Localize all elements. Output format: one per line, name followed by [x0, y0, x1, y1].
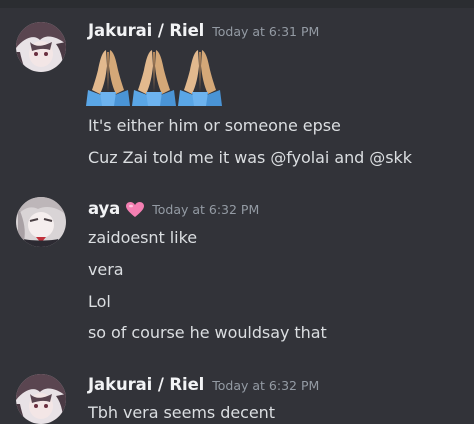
heart-icon: [126, 202, 145, 218]
avatar[interactable]: [16, 22, 66, 72]
message-text: Lol: [88, 292, 111, 311]
username[interactable]: Jakurai / Riel: [88, 21, 204, 40]
message-text: vera: [88, 260, 124, 279]
folded-hands-emoji-icon: [178, 46, 222, 106]
message-text: Cuz Zai told me it was @fyolai and @skk: [88, 148, 412, 167]
username[interactable]: Jakurai / Riel: [88, 375, 204, 394]
message-header: aya Today at 6:32 PM: [88, 199, 259, 221]
message-header: Jakurai / Riel Today at 6:31 PM: [88, 21, 319, 43]
message-header: Jakurai / Riel Today at 6:32 PM: [88, 375, 319, 397]
timestamp: Today at 6:32 PM: [152, 202, 260, 217]
message-text: Tbh vera seems decent: [88, 403, 275, 422]
folded-hands-emoji-icon: [86, 46, 130, 106]
folded-hands-emoji-icon: [132, 46, 176, 106]
chat-top-edge: [0, 0, 474, 8]
timestamp: Today at 6:32 PM: [212, 378, 320, 393]
message-text: so of course he wouldsay that: [88, 323, 327, 342]
message-text: zaidoesnt like: [88, 228, 198, 247]
avatar[interactable]: [16, 197, 66, 247]
timestamp: Today at 6:31 PM: [212, 24, 320, 39]
message-text: It's either him or someone epse: [88, 116, 341, 135]
avatar[interactable]: [16, 374, 66, 424]
emoji-row: [86, 46, 222, 106]
username[interactable]: aya: [88, 199, 120, 218]
